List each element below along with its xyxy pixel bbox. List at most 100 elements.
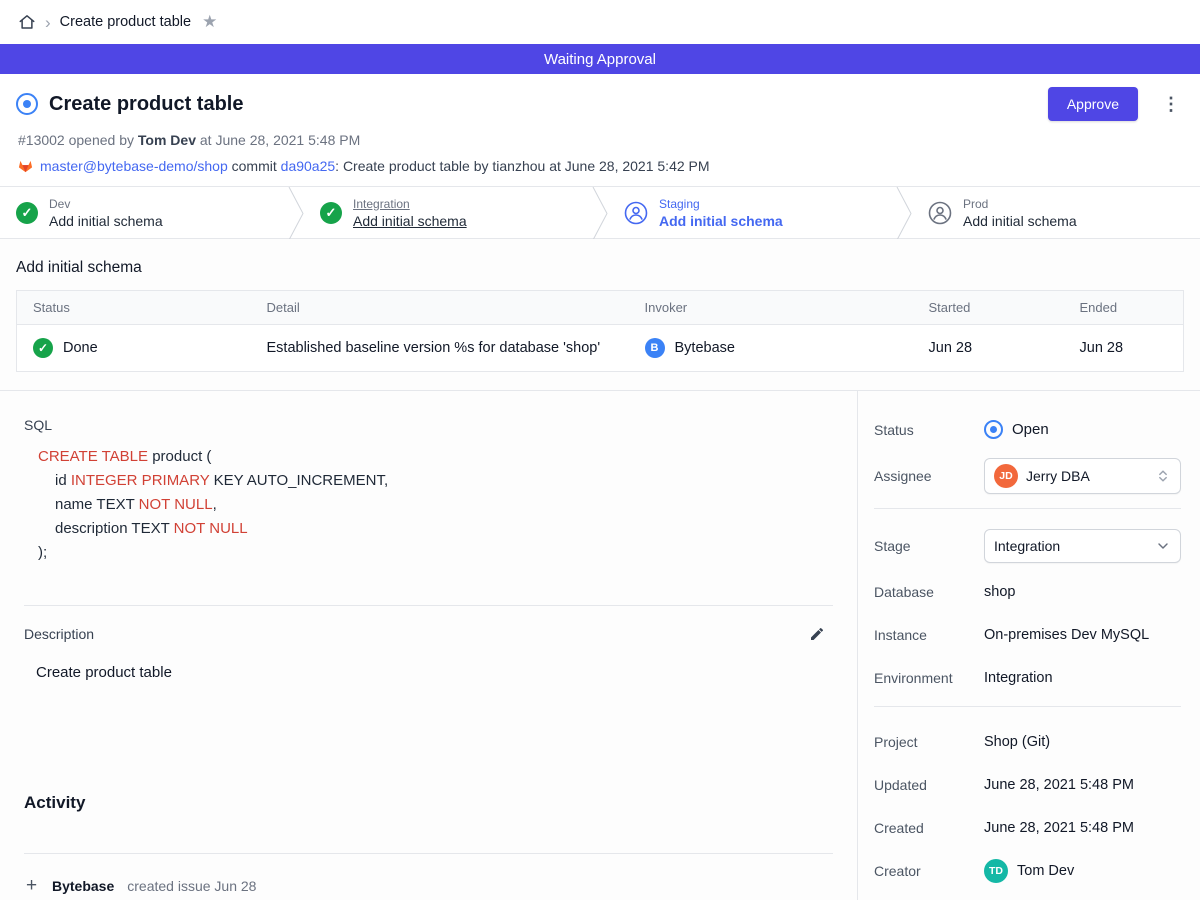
field-environment: Environment Integration [874, 663, 1181, 692]
updated-value: June 28, 2021 5:48 PM [984, 777, 1134, 793]
stage-name[interactable]: Integration [353, 197, 467, 211]
sql-token: product ( [148, 448, 211, 465]
task-started: Jun 28 [913, 325, 1064, 372]
sql-token: , [213, 496, 217, 513]
stage-task: Add initial schema [49, 213, 163, 229]
field-label: Instance [874, 627, 984, 643]
issue-header: Create product table Approve ⋮ #13002 op… [0, 74, 1200, 186]
sql-token: description TEXT [55, 520, 174, 537]
col-ended: Ended [1064, 291, 1184, 325]
issue-meta: #13002 opened by Tom Dev at June 28, 202… [16, 132, 1184, 148]
app-window: › Create product table ★ Waiting Approva… [0, 0, 1200, 900]
plus-icon[interactable]: + [24, 876, 39, 895]
sql-token: name TEXT [55, 496, 139, 513]
bytebase-avatar: B [645, 338, 665, 358]
creator-avatar: TD [984, 859, 1008, 883]
check-circle-icon: ✓ [16, 202, 38, 224]
sql-token: id [55, 472, 71, 489]
kebab-menu-icon[interactable]: ⋮ [1158, 94, 1184, 115]
sql-token: INTEGER PRIMARY [71, 472, 210, 489]
sql-line: name TEXT NOT NULL, [38, 493, 833, 517]
field-label: Status [874, 422, 984, 438]
instance-value: On-premises Dev MySQL [984, 627, 1149, 643]
stage-select[interactable]: Integration [984, 529, 1181, 563]
stage-separator [592, 187, 608, 240]
task-row[interactable]: ✓Done Established baseline version %s fo… [17, 325, 1184, 372]
assignee-name: Jerry DBA [1026, 468, 1147, 484]
field-label: Assignee [874, 468, 984, 484]
field-instance: Instance On-premises Dev MySQL [874, 620, 1181, 649]
content-split: SQL CREATE TABLE product ( id INTEGER PR… [0, 390, 1200, 900]
stage-name: Staging [659, 197, 783, 211]
project-value: Shop (Git) [984, 734, 1050, 750]
stage-name: Prod [963, 197, 1077, 211]
col-invoker: Invoker [629, 291, 913, 325]
breadcrumb: › Create product table ★ [0, 0, 1200, 44]
task-status: Done [63, 340, 98, 356]
commit-line: master@bytebase-demo/shop commit da90a25… [16, 157, 1184, 174]
favorite-star-icon[interactable]: ★ [202, 12, 217, 32]
field-label: Database [874, 584, 984, 600]
stage-task: Add initial schema [659, 213, 783, 229]
commit-text: master@bytebase-demo/shop commit da90a25… [40, 158, 710, 174]
task-section-title: Add initial schema [16, 259, 1184, 277]
sql-token: KEY AUTO_INCREMENT, [209, 472, 388, 489]
database-value: shop [984, 584, 1015, 600]
task-ended: Jun 28 [1064, 325, 1184, 372]
breadcrumb-current: Create product table [60, 14, 191, 30]
status-value: Open [1012, 421, 1049, 438]
commit-word: commit [232, 158, 277, 174]
field-created: Created June 28, 2021 5:48 PM [874, 813, 1181, 842]
stage-dev[interactable]: ✓ Dev Add initial schema [0, 187, 288, 238]
stage-integration[interactable]: ✓ Integration Add initial schema [304, 187, 592, 238]
issue-opened-at: June 28, 2021 5:48 PM [215, 132, 360, 148]
field-updated: Updated June 28, 2021 5:48 PM [874, 770, 1181, 799]
sql-label: SQL [24, 417, 833, 433]
gitlab-icon [17, 157, 34, 174]
description-header: Description [24, 626, 833, 642]
description-text: Create product table [24, 664, 833, 681]
sql-line: ); [38, 541, 833, 565]
issue-open-icon [16, 93, 38, 115]
home-icon[interactable] [18, 13, 36, 31]
stage-staging[interactable]: Staging Add initial schema [608, 187, 896, 238]
repo-link[interactable]: master@bytebase-demo/shop [40, 158, 228, 174]
breadcrumb-separator-icon: › [45, 14, 51, 31]
creator-value: Tom Dev [1017, 863, 1074, 879]
sql-token: CREATE TABLE [38, 448, 148, 465]
done-check-icon: ✓ [33, 338, 53, 358]
task-invoker: Bytebase [675, 340, 735, 356]
field-label: Updated [874, 777, 984, 793]
commit-message: : Create product table by tianzhou at Ju… [335, 158, 709, 174]
stage-select-value: Integration [994, 538, 1147, 554]
divider [874, 508, 1181, 509]
chevron-down-icon [1155, 538, 1171, 554]
divider [874, 706, 1181, 707]
sql-token: NOT NULL [174, 520, 248, 537]
selector-icon [1155, 468, 1171, 484]
issue-id: #13002 [18, 132, 65, 148]
person-circle-icon [928, 201, 952, 225]
created-value: June 28, 2021 5:48 PM [984, 820, 1134, 836]
issue-author: Tom Dev [138, 132, 196, 148]
stage-name: Dev [49, 197, 163, 211]
col-status: Status [17, 291, 251, 325]
assignee-select[interactable]: JD Jerry DBA [984, 458, 1181, 494]
approve-button[interactable]: Approve [1048, 87, 1138, 121]
person-circle-icon [624, 201, 648, 225]
activity-actor: Bytebase [52, 878, 114, 894]
status-open-icon [984, 420, 1003, 439]
issue-title: Create product table [49, 93, 243, 116]
stage-task-link[interactable]: Add initial schema [353, 213, 467, 229]
commit-hash-link[interactable]: da90a25 [281, 158, 336, 174]
field-label: Environment [874, 670, 984, 686]
sql-token: NOT NULL [139, 496, 213, 513]
meta-text: opened by [69, 132, 134, 148]
col-started: Started [913, 291, 1064, 325]
approval-banner: Waiting Approval [0, 44, 1200, 74]
field-status: Status Open [874, 415, 1181, 444]
sql-line: description TEXT NOT NULL [38, 517, 833, 541]
field-label: Project [874, 734, 984, 750]
edit-pencil-icon[interactable] [809, 626, 825, 642]
stage-prod[interactable]: Prod Add initial schema [912, 187, 1200, 238]
